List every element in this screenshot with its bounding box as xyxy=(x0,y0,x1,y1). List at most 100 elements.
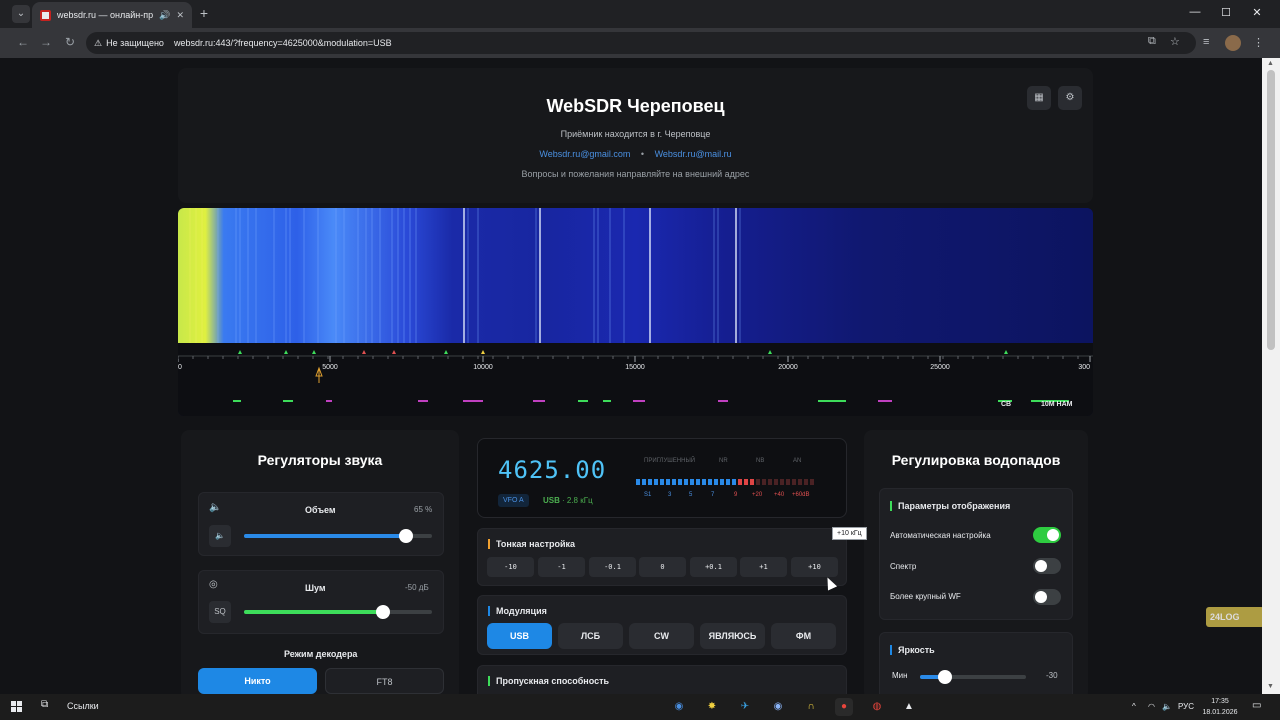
station-marker-icon[interactable] xyxy=(392,350,396,354)
band-segment[interactable] xyxy=(283,400,293,402)
page-scrollbar[interactable]: ▲ ▼ xyxy=(1262,58,1280,694)
mod-fm-button[interactable]: ФМ xyxy=(771,623,836,649)
auto-adjust-toggle[interactable] xyxy=(1033,527,1061,543)
brightness-slider-knob[interactable] xyxy=(938,670,952,684)
station-marker-icon[interactable] xyxy=(444,350,448,354)
settings-gear-icon[interactable]: ⚙ xyxy=(1058,86,1082,110)
maximize-window-icon[interactable]: ☐ xyxy=(1219,6,1233,19)
sun-app-icon[interactable]: ✸ xyxy=(703,698,721,716)
email-link-gmail[interactable]: Websdr.ru@gmail.com xyxy=(539,149,630,159)
browser-tab-active[interactable]: websdr.ru — онлайн-прием 🔊 ✕ xyxy=(32,2,192,28)
headphones-app-icon[interactable]: ∩ xyxy=(802,698,820,716)
media-control-icon[interactable]: ≡ xyxy=(1203,36,1209,48)
waterfall-canvas[interactable] xyxy=(178,208,1093,343)
language-indicator[interactable]: РУС xyxy=(1178,702,1194,711)
tune-plus-10-button[interactable]: +10 xyxy=(791,557,838,577)
mountain-app-icon[interactable]: ▲ xyxy=(900,698,918,716)
volume-slider[interactable] xyxy=(244,529,432,543)
band-segment[interactable] xyxy=(818,400,846,402)
email-link-mail[interactable]: Websdr.ru@mail.ru xyxy=(655,149,732,159)
forward-arrow-icon[interactable]: → xyxy=(38,35,54,49)
band-label-cb[interactable]: CB xyxy=(1001,401,1011,408)
station-marker-icon[interactable] xyxy=(481,350,485,354)
mute-button[interactable]: 🔈 xyxy=(209,525,231,547)
decoder-ft8-button[interactable]: FT8 xyxy=(325,668,444,694)
tab-close-icon[interactable]: ✕ xyxy=(176,10,184,21)
bookmark-star-icon[interactable]: ☆ xyxy=(1170,35,1180,48)
new-tab-button[interactable]: + xyxy=(196,5,212,21)
steam-app-icon-2[interactable]: ◉ xyxy=(769,698,787,716)
station-marker-icon[interactable] xyxy=(1004,350,1008,354)
band-segment[interactable] xyxy=(463,400,483,402)
chrome-app-icon[interactable]: ● xyxy=(835,698,853,716)
frequency-readout[interactable]: 4625.00 xyxy=(498,456,606,484)
links-toolbar-label[interactable]: Ссылки xyxy=(67,701,99,711)
station-marker-icon[interactable] xyxy=(238,350,242,354)
larger-wf-toggle[interactable] xyxy=(1033,589,1061,605)
vfo-badge[interactable]: VFO A xyxy=(498,494,529,507)
spectrum-toggle[interactable] xyxy=(1033,558,1061,574)
tab-audio-icon[interactable]: 🔊 xyxy=(159,10,170,21)
profile-avatar[interactable] xyxy=(1225,35,1241,51)
tune-plus-1-button[interactable]: +1 xyxy=(740,557,787,577)
noise-slider[interactable] xyxy=(244,605,432,619)
mod-usb-button[interactable]: USB xyxy=(487,623,552,649)
station-marker-icon[interactable] xyxy=(768,350,772,354)
decoder-none-button[interactable]: Никто xyxy=(198,668,317,694)
network-icon[interactable]: ◠ xyxy=(1148,702,1155,711)
squelch-button[interactable]: SQ xyxy=(209,601,231,623)
layout-toggle-button[interactable]: ▦ xyxy=(1027,86,1051,110)
back-arrow-icon[interactable]: ← xyxy=(15,35,31,49)
reload-icon[interactable]: ↻ xyxy=(62,35,78,49)
scrollbar-thumb[interactable] xyxy=(1267,70,1275,350)
brightness-slider[interactable] xyxy=(920,670,1026,684)
browser-menu-icon[interactable]: ⋮ xyxy=(1253,36,1264,49)
noise-slider-knob[interactable] xyxy=(376,605,390,619)
station-marker-icon[interactable] xyxy=(362,350,366,354)
meter-label-20: +20 xyxy=(752,492,763,498)
windows-start-icon[interactable] xyxy=(11,701,23,713)
scroll-down-arrow-icon[interactable]: ▼ xyxy=(1267,683,1274,690)
notifications-icon[interactable]: ▭ xyxy=(1252,700,1261,711)
station-marker-icon[interactable] xyxy=(284,350,288,354)
band-label-10m[interactable]: 10M HAM xyxy=(1041,401,1073,408)
steam-app-icon[interactable]: ◉ xyxy=(670,698,688,716)
tune-zero-button[interactable]: 0 xyxy=(639,557,686,577)
band-segment[interactable] xyxy=(878,400,892,402)
tune-minus-0.1-button[interactable]: -0.1 xyxy=(589,557,636,577)
telegram-app-icon[interactable]: ✈ xyxy=(736,698,754,716)
band-segment[interactable] xyxy=(603,400,611,402)
url-text[interactable]: websdr.ru:443/?frequency=4625000&modulat… xyxy=(174,38,392,48)
band-segment[interactable] xyxy=(533,400,545,402)
band-segment[interactable] xyxy=(326,400,332,402)
tray-overflow-icon[interactable]: ^ xyxy=(1132,702,1136,711)
minimize-window-icon[interactable]: — xyxy=(1188,6,1202,18)
band-segment[interactable] xyxy=(718,400,728,402)
volume-slider-knob[interactable] xyxy=(399,529,413,543)
frequency-display: 4625.00 VFO A USB · 2.8 кГц ПРИГЛУШЕННЫЙ… xyxy=(477,438,847,518)
tune-minus-1-button[interactable]: -1 xyxy=(538,557,585,577)
address-bar[interactable]: ⚠ Не защищено websdr.ru:443/?frequency=4… xyxy=(86,32,1196,54)
tab-search-chevron-icon[interactable]: ⌄ xyxy=(12,5,30,23)
meter-label-5: 5 xyxy=(689,492,693,498)
band-segment[interactable] xyxy=(233,400,241,402)
security-warning-badge[interactable]: ⚠ Не защищено xyxy=(94,38,164,49)
volume-tray-icon[interactable]: 🔈 xyxy=(1162,702,1172,711)
band-segment[interactable] xyxy=(418,400,428,402)
taskbar-clock[interactable]: 17:35 18.01.2026 xyxy=(1200,696,1240,718)
waterfall-display[interactable]: 0 5000 10000 15000 20000 25000 300 CB 10M HAM xyxy=(178,208,1093,416)
mod-cw-button[interactable]: CW xyxy=(629,623,694,649)
frequency-scale[interactable]: 0 5000 10000 15000 20000 25000 300 xyxy=(178,343,1093,416)
station-marker-icon[interactable] xyxy=(312,350,316,354)
tune-minus-10-button[interactable]: -10 xyxy=(487,557,534,577)
record-app-icon[interactable]: ◍ xyxy=(868,698,886,716)
close-window-icon[interactable]: ✕ xyxy=(1250,6,1264,19)
tune-plus-0.1-button[interactable]: +0.1 xyxy=(690,557,737,577)
translate-icon[interactable]: ⧉ xyxy=(1148,35,1156,48)
band-segment[interactable] xyxy=(633,400,645,402)
mod-lsb-button[interactable]: ЛСБ xyxy=(558,623,623,649)
mod-am-button[interactable]: ЯВЛЯЮСЬ xyxy=(700,623,765,649)
task-view-icon[interactable]: ⧉ xyxy=(41,699,48,710)
scroll-up-arrow-icon[interactable]: ▲ xyxy=(1267,60,1274,67)
band-segment[interactable] xyxy=(578,400,588,402)
